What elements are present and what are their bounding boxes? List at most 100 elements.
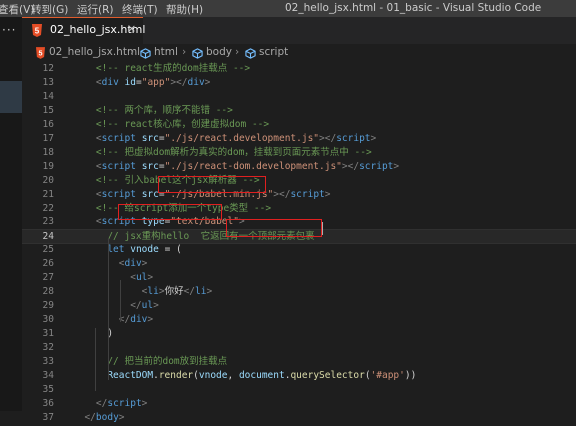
code-line[interactable]: 13 <div id="app"></div> [22, 76, 576, 91]
code-token: body [95, 411, 119, 423]
code-line[interactable]: 17 <script src="./js/react.development.j… [22, 132, 576, 147]
code-line[interactable]: 28 <li>你好</li> [22, 285, 576, 300]
code-token: script [336, 132, 371, 144]
code-line[interactable]: 16 <!-- react核心库，创建虚拟dom --> [22, 118, 576, 133]
cube-icon [245, 48, 256, 59]
code-text: <li>你好</li> [73, 285, 213, 299]
line-number: 18 [42, 146, 54, 158]
cube-icon [140, 48, 151, 59]
line-number: 30 [42, 314, 54, 326]
line-number: 33 [42, 355, 54, 367]
code-line[interactable]: 18 <!-- 把虚拟dom解析为真实的dom，挂载到页面元素节点中 --> [22, 146, 576, 161]
code-line[interactable]: 36 </script> [22, 397, 576, 412]
code-token: li [195, 286, 207, 298]
line-number: 27 [42, 272, 54, 284]
code-line[interactable]: 31 ) [22, 327, 576, 342]
code-token: let [107, 244, 125, 256]
line-number: 29 [42, 300, 54, 312]
code-line[interactable]: 35 [22, 383, 576, 398]
code-line[interactable]: 27 <ul> [22, 271, 576, 286]
code-line[interactable]: 26 <div> [22, 257, 576, 272]
breadcrumb-item-html[interactable]: html [154, 46, 178, 58]
code-line[interactable]: 32 [22, 341, 576, 356]
code-line[interactable]: 29 </ul> [22, 299, 576, 314]
code-editor[interactable]: 37 </body> 36 </script> 35 34 ReactDOM.rend… [22, 62, 576, 423]
ellipsis-icon[interactable]: ··· [2, 23, 16, 37]
code-line[interactable]: 37 </body> [22, 411, 576, 426]
code-token: = ( [158, 244, 182, 256]
svg-text:5: 5 [35, 27, 40, 36]
tab-bar: 5 02_hello_jsx.html × [22, 17, 576, 44]
code-token: <!-- react生成的dom挂载点 --> [95, 63, 251, 74]
annotation-box [226, 219, 322, 237]
line-number: 36 [42, 397, 54, 409]
menu-goto[interactable]: 转到(G) [31, 2, 68, 17]
code-line[interactable]: 34 ReactDOM.render(vnode, document.query… [22, 369, 576, 384]
breadcrumb-item-script[interactable]: script [259, 46, 288, 58]
code-line[interactable]: 30 </div> [22, 313, 576, 328]
code-line[interactable]: 21 <script src="./js/babel.min.js"></scr… [22, 188, 576, 203]
tab-02-hello-jsx[interactable]: 5 02_hello_jsx.html × [22, 17, 145, 44]
code-text: <!-- 两个库，顺序不能错 --> [73, 104, 233, 118]
code-line[interactable]: 25 let vnode = ( [22, 243, 576, 258]
code-token: script [359, 160, 394, 172]
code-line[interactable]: 12 <!-- react生成的dom挂载点 --> [22, 62, 576, 77]
code-token: div [101, 76, 119, 88]
line-number: 17 [42, 132, 54, 144]
svg-text:5: 5 [39, 49, 43, 58]
code-token: > [141, 397, 148, 409]
breadcrumb-separator: › [235, 46, 240, 58]
code-line[interactable]: 15 <!-- 两个库，顺序不能错 --> [22, 104, 576, 119]
code-line[interactable]: 22 <!-- 给script添加一个type类型 --> [22, 202, 576, 217]
code-text: <div id="app"></div> [73, 76, 211, 90]
line-number: 34 [42, 369, 54, 381]
code-token: vnode [130, 244, 159, 256]
code-text: let vnode = ( [73, 243, 182, 257]
line-number: 23 [42, 216, 54, 228]
activity-item-selected[interactable] [0, 81, 22, 113]
code-token: </ [84, 411, 96, 423]
menu-help[interactable]: 帮助(H) [166, 2, 203, 17]
code-token: ></ [319, 132, 337, 144]
indent-guide [108, 238, 109, 380]
line-number: 22 [42, 202, 54, 214]
code-token: , [227, 369, 239, 381]
breadcrumb-separator: › [182, 46, 187, 58]
code-token: <!-- 两个库，顺序不能错 --> [95, 104, 233, 116]
breadcrumb-item-file[interactable]: 02_hello_jsx.html [49, 46, 140, 58]
code-token: ReactDOM [107, 369, 154, 381]
code-token: > [206, 286, 213, 298]
code-token: > [118, 411, 125, 423]
line-number: 31 [42, 328, 54, 340]
code-text: <!-- react核心库，创建虚拟dom --> [73, 118, 269, 132]
code-token: <!-- react核心库，创建虚拟dom --> [95, 118, 270, 130]
code-line[interactable]: 19 <script src="./js/react-dom.developme… [22, 160, 576, 175]
line-number: 13 [42, 76, 54, 88]
menu-view[interactable]: 查看(V) [0, 2, 34, 17]
text-cursor [322, 222, 323, 235]
code-line[interactable]: 33 // 把当前的dom放到挂载点 [22, 355, 576, 370]
line-number: 35 [42, 383, 54, 395]
line-number: 12 [42, 63, 54, 74]
menu-terminal[interactable]: 终端(T) [122, 2, 158, 17]
close-icon[interactable]: × [127, 22, 136, 35]
code-text: <!-- react生成的dom挂载点 --> [73, 62, 250, 76]
title-bar: 查看(V) 转到(G) 运行(R) 终端(T) 帮助(H) 02_hello_j… [0, 0, 576, 17]
breadcrumb-item-body[interactable]: body [206, 46, 232, 58]
code-token: "app" [141, 76, 171, 88]
code-token: )) [404, 369, 417, 381]
line-number: 21 [42, 188, 54, 200]
code-token: > [204, 76, 211, 88]
code-line[interactable]: 14 [22, 90, 576, 105]
menu-run[interactable]: 运行(R) [77, 2, 114, 17]
line-number: 24 [42, 231, 54, 243]
annotation-box [118, 204, 222, 220]
html5-icon: 5 [36, 47, 45, 59]
code-line[interactable]: 20 <!-- 引入babel这个jsx解析器 --> [22, 174, 576, 189]
